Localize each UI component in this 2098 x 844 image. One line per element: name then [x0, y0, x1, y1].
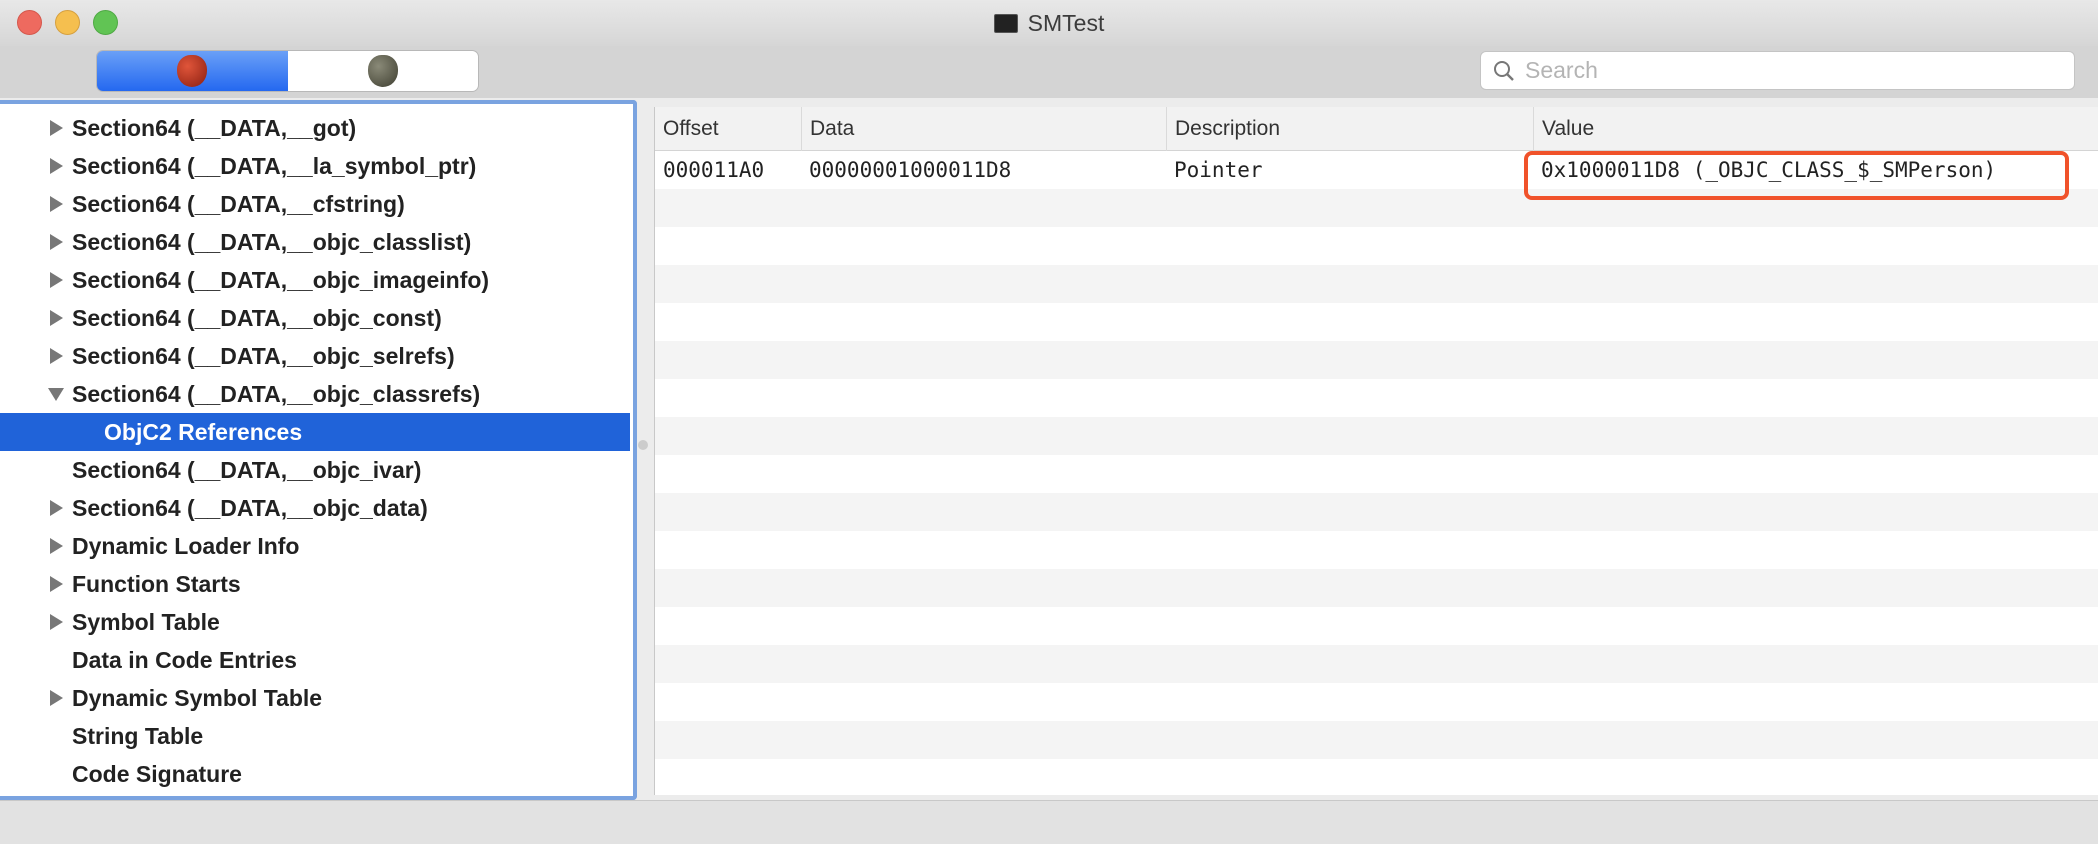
- sidebar-item[interactable]: Dynamic Symbol Table: [0, 679, 630, 717]
- disclosure-collapsed-icon[interactable]: [50, 158, 63, 174]
- sidebar-item-label: Dynamic Symbol Table: [72, 684, 323, 711]
- sidebar-item[interactable]: Section64 (__DATA,__la_symbol_ptr): [0, 147, 630, 185]
- sidebar-item-label: Section64 (__DATA,__objc_selrefs): [72, 342, 455, 369]
- column-header[interactable]: Value: [1533, 107, 1594, 151]
- view-segmented-control[interactable]: [97, 51, 478, 91]
- sidebar-item[interactable]: Dynamic Loader Info: [0, 527, 630, 565]
- sidebar-item-label: Section64 (__DATA,__objc_const): [72, 304, 442, 331]
- sidebar-item[interactable]: Function Starts: [0, 565, 630, 603]
- table-row[interactable]: [655, 417, 2098, 455]
- split-view-divider[interactable]: [638, 440, 648, 450]
- segment-rva[interactable]: [287, 51, 478, 91]
- sidebar-item-label: String Table: [72, 722, 204, 749]
- table-row[interactable]: [655, 303, 2098, 341]
- apple-red-icon: [177, 55, 208, 87]
- search-field[interactable]: [1480, 51, 2075, 90]
- table-row[interactable]: [655, 759, 2098, 795]
- sidebar-item[interactable]: Data in Code Entries: [0, 641, 630, 679]
- sidebar-item[interactable]: String Table: [0, 717, 630, 755]
- apple-gray-icon: [367, 55, 398, 87]
- table-cell: 00000001000011D8: [809, 158, 1012, 182]
- disclosure-collapsed-icon[interactable]: [50, 234, 63, 250]
- sidebar-item-label: Dynamic Loader Info: [72, 532, 300, 559]
- sidebar-item-label: Section64 (__DATA,__objc_classrefs): [72, 380, 481, 407]
- disclosure-collapsed-icon[interactable]: [50, 272, 63, 288]
- column-header[interactable]: Data: [801, 107, 854, 151]
- table-row[interactable]: [655, 455, 2098, 493]
- table-cell: 000011A0: [663, 158, 765, 182]
- sidebar-item[interactable]: Section64 (__DATA,__got): [0, 109, 630, 147]
- table-row[interactable]: [655, 265, 2098, 303]
- sidebar-item-label: Code Signature: [72, 760, 242, 787]
- sidebar-item-label: Section64 (__DATA,__objc_imageinfo): [72, 266, 490, 293]
- sidebar-item-label: Function Starts: [72, 570, 241, 597]
- segment-raw[interactable]: [97, 51, 288, 91]
- window-title-text: SMTest: [1027, 9, 1105, 36]
- search-input[interactable]: [1525, 57, 2045, 84]
- terminal-icon: [993, 13, 1018, 33]
- disclosure-collapsed-icon[interactable]: [50, 538, 63, 554]
- disclosure-collapsed-icon[interactable]: [50, 310, 63, 326]
- sidebar-item[interactable]: Section64 (__DATA,__objc_const): [0, 299, 630, 337]
- sidebar-item-label: Symbol Table: [72, 608, 220, 635]
- sidebar-item[interactable]: Section64 (__DATA,__objc_classrefs): [0, 375, 630, 413]
- sidebar-item[interactable]: ObjC2 References: [0, 413, 630, 451]
- title-bar: SMTest: [0, 0, 2098, 46]
- value-highlight-box: [1524, 151, 2069, 200]
- disclosure-collapsed-icon[interactable]: [50, 196, 63, 212]
- sidebar-item[interactable]: Section64 (__DATA,__objc_ivar): [0, 451, 630, 489]
- disclosure-collapsed-icon[interactable]: [50, 348, 63, 364]
- table-cell: Pointer: [1174, 158, 1263, 182]
- column-header[interactable]: Offset: [655, 107, 719, 151]
- disclosure-collapsed-icon[interactable]: [50, 690, 63, 706]
- table-header: Offset Data Description Value: [655, 107, 2098, 151]
- sidebar-item-label: Section64 (__DATA,__objc_ivar): [72, 456, 422, 483]
- table-row[interactable]: [655, 721, 2098, 759]
- table-row[interactable]: [655, 227, 2098, 265]
- column-header[interactable]: Description: [1166, 107, 1280, 151]
- sidebar-item-label: Section64 (__DATA,__la_symbol_ptr): [72, 152, 477, 179]
- sidebar-item[interactable]: Code Signature: [0, 755, 630, 793]
- disclosure-collapsed-icon[interactable]: [50, 120, 63, 136]
- disclosure-expanded-icon[interactable]: [48, 387, 64, 401]
- sidebar-item-label: Data in Code Entries: [72, 646, 297, 673]
- bottom-bar: [0, 800, 2098, 844]
- sidebar-item[interactable]: Section64 (__DATA,__objc_data): [0, 489, 630, 527]
- table-row[interactable]: [655, 379, 2098, 417]
- sidebar-outline[interactable]: Section64 (__DATA,__got) Section64 (__DAT…: [0, 100, 637, 800]
- table-row[interactable]: [655, 645, 2098, 683]
- search-icon: [1494, 60, 1514, 81]
- table-row[interactable]: [655, 607, 2098, 645]
- sidebar-item-label: Section64 (__DATA,__cfstring): [72, 190, 405, 217]
- sidebar-item[interactable]: Symbol Table: [0, 603, 630, 641]
- table-row[interactable]: [655, 531, 2098, 569]
- table-row[interactable]: [655, 493, 2098, 531]
- disclosure-collapsed-icon[interactable]: [50, 614, 63, 630]
- data-table[interactable]: Offset Data Description Value 000011A0 00000…: [654, 107, 2098, 795]
- disclosure-collapsed-icon[interactable]: [50, 576, 63, 592]
- sidebar-item[interactable]: Section64 (__DATA,__objc_classlist): [0, 223, 630, 261]
- sidebar-item-label: ObjC2 References: [104, 418, 303, 445]
- sidebar-item-label: Section64 (__DATA,__got): [72, 114, 357, 141]
- disclosure-collapsed-icon[interactable]: [50, 500, 63, 516]
- table-row[interactable]: [655, 683, 2098, 721]
- sidebar-item[interactable]: Section64 (__DATA,__objc_selrefs): [0, 337, 630, 375]
- table-row[interactable]: [655, 341, 2098, 379]
- sidebar-item-label: Section64 (__DATA,__objc_classlist): [72, 228, 472, 255]
- sidebar-item[interactable]: Section64 (__DATA,__objc_imageinfo): [0, 261, 630, 299]
- sidebar-item-label: Section64 (__DATA,__objc_data): [72, 494, 428, 521]
- table-row[interactable]: [655, 569, 2098, 607]
- window-title: SMTest: [0, 0, 2098, 46]
- sidebar-item[interactable]: Section64 (__DATA,__cfstring): [0, 185, 630, 223]
